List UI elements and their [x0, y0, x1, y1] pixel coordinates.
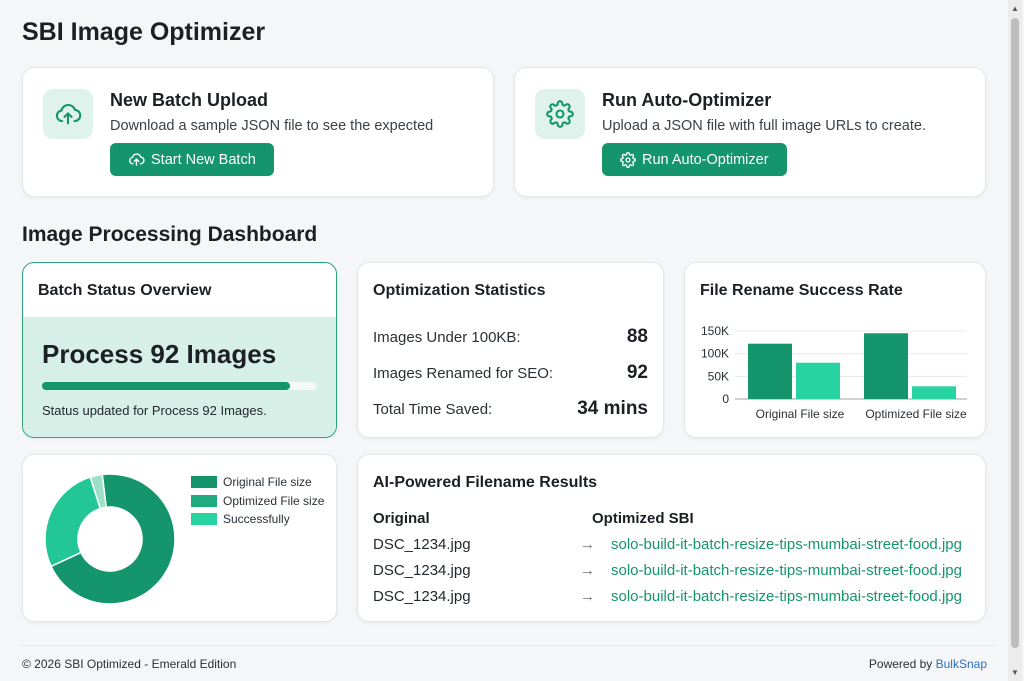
stat-row: Images Renamed for SEO: 92: [373, 362, 648, 384]
x-tick-label: Original File size: [756, 407, 845, 421]
donut-legend: Original File size Optimized File size S…: [191, 473, 324, 529]
original-filename: DSC_1234.jpg: [373, 562, 471, 579]
stat-value: 34 mins: [577, 398, 648, 419]
bar: [864, 333, 908, 399]
y-tick-label: 50K: [708, 369, 729, 383]
y-tick-label: 150K: [701, 324, 729, 338]
batch-headline: Process 92 Images: [42, 339, 277, 369]
stat-value: 88: [626, 326, 648, 347]
arrow-right-icon: →: [580, 536, 595, 553]
rename-success-chart-card: File Rename Success Rate 0 50K 100K 150K Ori…: [684, 262, 986, 438]
batch-progress-bar: [42, 382, 317, 390]
y-tick-label: 100K: [701, 347, 729, 361]
start-new-batch-label: Start New Batch: [151, 151, 256, 168]
y-tick-label: 0: [722, 392, 729, 406]
cloud-upload-icon: [129, 153, 145, 166]
header-original: Original: [373, 510, 430, 527]
dashboard-title: Image Processing Dashboard: [22, 223, 318, 246]
bar: [748, 343, 792, 399]
gear-icon: [620, 151, 636, 168]
filename-results-title: AI-Powered Filename Results: [373, 474, 598, 491]
app-title: SBI Image Optimizer: [22, 18, 266, 46]
auto-optimizer-card: Run Auto-Optimizer Upload a JSON file wi…: [514, 67, 986, 197]
optimized-filename-link[interactable]: solo-build-it-batch-resize-tips-mumbai-s…: [611, 536, 962, 553]
batch-progress-fill: [42, 382, 290, 390]
legend-swatch: [191, 476, 217, 489]
batch-status-body: Process 92 Images Status updated for Pro…: [23, 317, 336, 437]
cloud-upload-icon: [43, 89, 93, 139]
batch-status-text: Status updated for Process 92 Images.: [42, 403, 267, 418]
stats-title: Optimization Statistics: [373, 282, 546, 299]
footer-powered-by: Powered by BulkSnap: [869, 657, 987, 671]
stat-label: Images Under 100KB:: [373, 328, 521, 346]
stat-value: 92: [626, 362, 648, 383]
legend-item: Optimized File size: [191, 492, 324, 511]
file-row: DSC_1234.jpg → solo-build-it-batch-resiz…: [373, 588, 975, 610]
legend-item: Original File size: [191, 473, 324, 492]
vertical-scrollbar[interactable]: ▲ ▼: [1008, 0, 1022, 681]
stat-row: Images Under 100KB: 88: [373, 326, 648, 348]
footer-copyright: © 2026 SBI Optimized - Emerald Edition: [22, 657, 237, 671]
x-tick-label: Optimized File size: [865, 407, 967, 421]
optimized-filename-link[interactable]: solo-build-it-batch-resize-tips-mumbai-s…: [611, 562, 962, 579]
new-batch-description: Download a sample JSON file to see the e…: [110, 118, 434, 134]
footer-divider: [22, 645, 994, 646]
batch-status-title: Batch Status Overview: [38, 282, 212, 299]
header-optimized: Optimized SBI: [592, 510, 694, 527]
legend-swatch: [191, 513, 217, 526]
optimized-filename-link[interactable]: solo-build-it-batch-resize-tips-mumbai-s…: [611, 588, 962, 605]
scrollbar-thumb[interactable]: [1011, 18, 1019, 648]
optimization-stats-card: Optimization Statistics Images Under 100…: [357, 262, 664, 438]
file-row: DSC_1234.jpg → solo-build-it-batch-resiz…: [373, 536, 975, 558]
arrow-right-icon: →: [580, 588, 595, 605]
run-auto-optimizer-label: Run Auto-Optimizer: [642, 151, 769, 168]
legend-label: Optimized File size: [223, 493, 325, 508]
donut-chart-card: Original File size Optimized File size S…: [22, 454, 337, 622]
bar-chart: 0 50K 100K 150K Original File size Optimized …: [701, 324, 967, 421]
bulksnap-link[interactable]: BulkSnap: [936, 657, 987, 671]
chart-title: File Rename Success Rate: [700, 282, 903, 299]
bar: [912, 386, 956, 399]
auto-optimizer-title: Run Auto-Optimizer: [602, 90, 772, 110]
legend-item: Successfully: [191, 510, 324, 529]
stat-label: Total Time Saved:: [373, 400, 493, 418]
file-row: DSC_1234.jpg → solo-build-it-batch-resiz…: [373, 562, 975, 584]
auto-optimizer-description: Upload a JSON file with full image URLs …: [602, 118, 926, 134]
donut-slice: [44, 476, 102, 568]
legend-swatch: [191, 494, 217, 507]
new-batch-title: New Batch Upload: [110, 90, 269, 110]
stat-label: Images Renamed for SEO:: [373, 364, 554, 382]
donut-chart: [44, 473, 176, 605]
scroll-up-arrow-icon[interactable]: ▲: [1011, 4, 1019, 13]
legend-label: Successfully: [223, 512, 290, 527]
batch-status-card: Batch Status Overview Process 92 Images …: [22, 262, 337, 438]
original-filename: DSC_1234.jpg: [373, 536, 471, 553]
powered-by-label: Powered by: [868, 657, 933, 671]
arrow-right-icon: →: [580, 562, 595, 579]
bar: [796, 362, 840, 399]
legend-label: Original File size: [223, 475, 312, 490]
original-filename: DSC_1234.jpg: [373, 588, 471, 605]
new-batch-card: New Batch Upload Download a sample JSON …: [22, 67, 494, 197]
scroll-down-arrow-icon[interactable]: ▼: [1011, 668, 1019, 677]
gear-icon: [535, 89, 585, 139]
filename-results-card: AI-Powered Filename Results Original Opt…: [357, 454, 986, 622]
start-new-batch-button[interactable]: Start New Batch: [110, 143, 274, 176]
run-auto-optimizer-button[interactable]: Run Auto-Optimizer: [602, 143, 787, 176]
stat-row: Total Time Saved: 34 mins: [373, 398, 648, 420]
